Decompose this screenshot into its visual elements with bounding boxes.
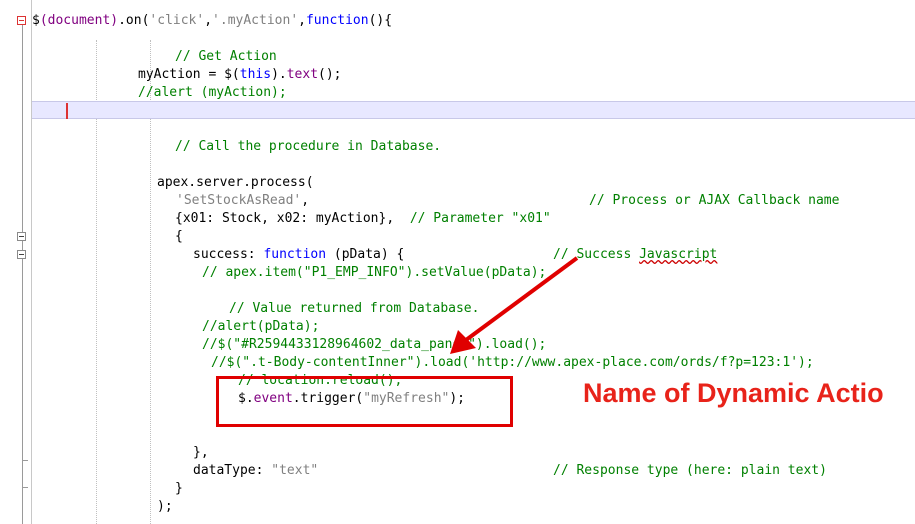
annotation-arrow-icon <box>450 256 579 354</box>
annotation-label: Name of Dynamic Actio <box>583 378 884 408</box>
